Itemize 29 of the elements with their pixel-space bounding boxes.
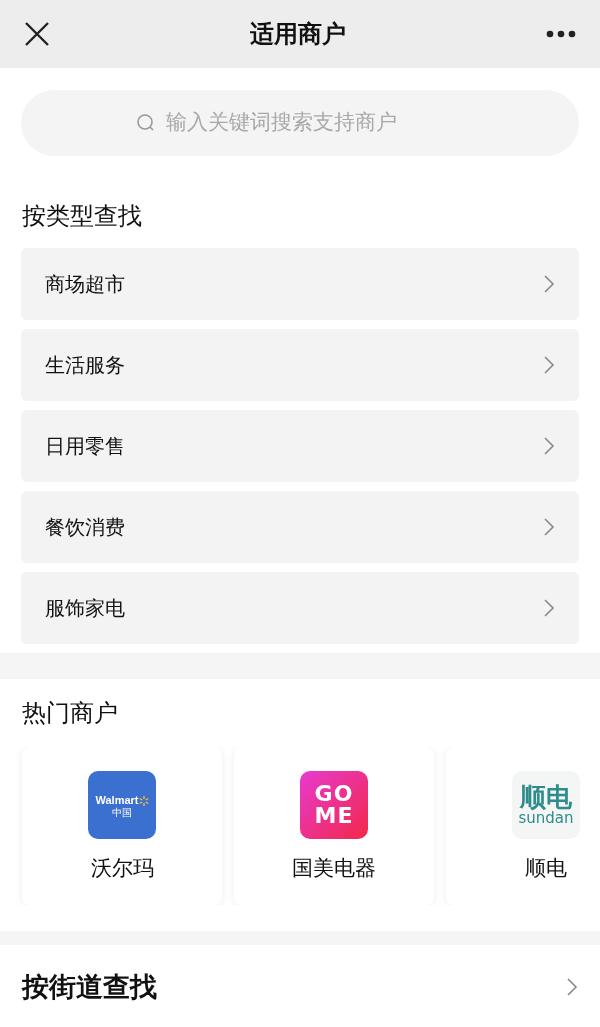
search-field[interactable]: 输入关键词搜索支持商户 — [164, 106, 464, 140]
category-item[interactable]: 服饰家电 — [21, 572, 579, 644]
sundan-logo: 顺电 sundan — [512, 771, 580, 839]
merchant-card[interactable]: 顺电 sundan 顺电 — [446, 747, 600, 905]
chevron-right-icon — [566, 977, 578, 998]
search-bar[interactable]: 输入关键词搜索支持商户 — [21, 90, 579, 156]
chevron-right-icon — [543, 274, 555, 294]
section-title: 热门商户 — [21, 698, 119, 729]
category-item[interactable]: 商场超市 — [21, 248, 579, 320]
page-title: 适用商户 — [250, 19, 346, 50]
gome-logo: GO ME — [300, 771, 368, 839]
merchant-name: 国美电器 — [292, 855, 376, 882]
chevron-right-icon — [543, 517, 555, 537]
merchant-name: 沃尔玛 — [90, 855, 154, 882]
walmart-logo: Walmart 中国 — [88, 771, 156, 839]
street-search-row[interactable]: 按街道查找 — [0, 945, 600, 1008]
category-item[interactable]: 生活服务 — [21, 329, 579, 401]
merchant-card[interactable]: GO ME 国美电器 — [234, 747, 434, 905]
merchant-name: 顺电 — [525, 855, 567, 882]
chevron-right-icon — [543, 436, 555, 456]
category-item[interactable]: 餐饮消费 — [21, 491, 579, 563]
more-icon[interactable] — [546, 30, 576, 38]
chevron-right-icon — [543, 355, 555, 375]
category-item[interactable]: 日用零售 — [21, 410, 579, 482]
chevron-right-icon — [543, 598, 555, 618]
search-icon — [136, 113, 156, 133]
section-title: 按类型查找 — [21, 201, 143, 232]
merchant-card[interactable]: Walmart 中国 沃尔玛 — [22, 747, 222, 905]
close-icon[interactable] — [24, 21, 50, 47]
